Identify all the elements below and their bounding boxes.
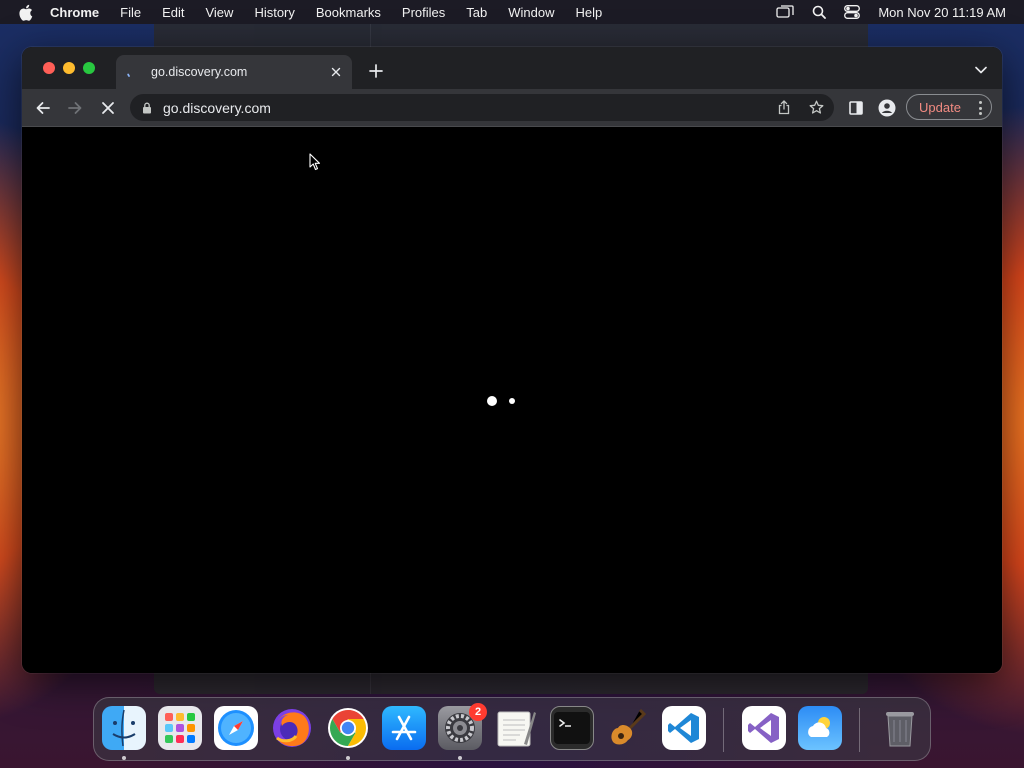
- menu-tab[interactable]: Tab: [466, 5, 487, 20]
- chrome-running-indicator: [346, 756, 350, 760]
- dock-separator-trash: [859, 708, 860, 752]
- page-viewport[interactable]: [22, 126, 1002, 673]
- update-button-label: Update: [919, 99, 961, 115]
- finder-icon[interactable]: [102, 706, 146, 750]
- menu-window[interactable]: Window: [508, 5, 554, 20]
- apple-menu-icon[interactable]: [18, 4, 36, 21]
- menu-view[interactable]: View: [205, 5, 233, 20]
- screen-mirroring-icon[interactable]: [776, 5, 794, 19]
- side-panel-icon[interactable]: [846, 98, 866, 118]
- address-bar[interactable]: go.discovery.com: [130, 94, 834, 121]
- launchpad-icon[interactable]: [158, 706, 202, 750]
- profile-avatar-icon[interactable]: [877, 98, 897, 118]
- mouse-pointer-icon: [309, 153, 321, 171]
- safari-icon[interactable]: [214, 706, 258, 750]
- system-settings-badge: 2: [469, 703, 487, 721]
- terminal-icon[interactable]: [550, 706, 594, 750]
- firefox-icon[interactable]: [270, 706, 314, 750]
- trash-icon[interactable]: [878, 706, 922, 750]
- bookmark-star-icon[interactable]: [808, 100, 824, 116]
- browser-toolbar: go.discovery.com Update: [22, 89, 1002, 126]
- url-text[interactable]: go.discovery.com: [163, 100, 776, 116]
- lock-icon[interactable]: [142, 102, 154, 114]
- dock: 2: [93, 697, 931, 761]
- close-window-button[interactable]: [43, 62, 55, 74]
- more-menu-dots-icon[interactable]: [978, 101, 982, 115]
- spotlight-search-icon[interactable]: [812, 5, 827, 19]
- new-tab-plus-icon[interactable]: [368, 63, 384, 79]
- app-store-icon[interactable]: [382, 706, 426, 750]
- loading-dot-small-icon: [509, 398, 515, 404]
- menu-bar: Chrome File Edit View History Bookmarks …: [0, 0, 1024, 24]
- chrome-icon[interactable]: [326, 706, 370, 750]
- visual-studio-icon[interactable]: [742, 706, 786, 750]
- system-settings-running-indicator: [458, 756, 462, 760]
- share-icon[interactable]: [776, 100, 792, 116]
- menu-bar-clock[interactable]: Mon Nov 20 11:19 AM: [878, 5, 1006, 20]
- tab-search-chevron-down-icon[interactable]: [974, 63, 988, 77]
- finder-running-indicator: [122, 756, 126, 760]
- menu-profiles[interactable]: Profiles: [402, 5, 445, 20]
- vscode-icon[interactable]: [662, 706, 706, 750]
- update-chrome-button[interactable]: Update: [906, 94, 992, 120]
- stop-loading-x-icon[interactable]: [98, 98, 118, 118]
- dock-separator: [723, 708, 724, 752]
- tab-title: go.discovery.com: [151, 65, 248, 79]
- close-tab-icon[interactable]: [328, 64, 344, 80]
- forward-arrow-icon[interactable]: [65, 98, 85, 118]
- menu-help[interactable]: Help: [576, 5, 603, 20]
- back-arrow-icon[interactable]: [33, 98, 53, 118]
- menu-bookmarks[interactable]: Bookmarks: [316, 5, 381, 20]
- menu-file[interactable]: File: [120, 5, 141, 20]
- menu-app-name[interactable]: Chrome: [50, 5, 99, 20]
- garageband-guitar-icon[interactable]: [606, 706, 650, 750]
- control-center-icon[interactable]: [844, 5, 861, 19]
- textedit-icon[interactable]: [494, 706, 538, 750]
- weather-icon[interactable]: [798, 706, 842, 750]
- menu-history[interactable]: History: [254, 5, 294, 20]
- tab-go-discovery[interactable]: go.discovery.com: [116, 55, 352, 89]
- tab-strip: go.discovery.com: [22, 47, 1002, 89]
- zoom-window-button[interactable]: [83, 62, 95, 74]
- tab-loading-spinner-icon: [126, 65, 140, 79]
- loading-dot-icon: [487, 396, 497, 406]
- menu-edit[interactable]: Edit: [162, 5, 184, 20]
- minimize-window-button[interactable]: [63, 62, 75, 74]
- chrome-window: go.discovery.com go.discovery.com Update: [22, 47, 1002, 673]
